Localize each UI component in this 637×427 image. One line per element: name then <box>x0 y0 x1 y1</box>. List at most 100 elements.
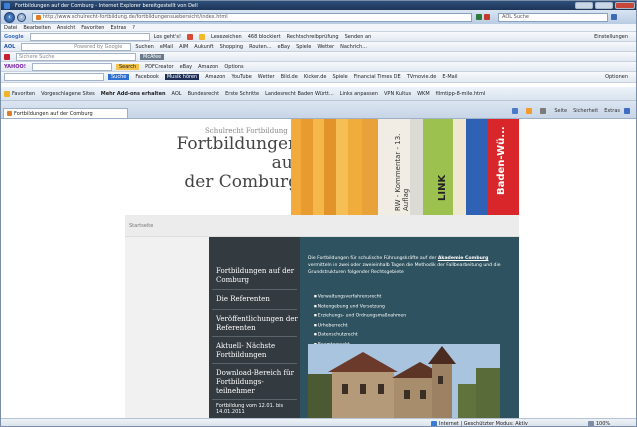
links-search-input[interactable] <box>4 73 104 81</box>
forward-button[interactable]: › <box>17 12 26 22</box>
aol-wetter[interactable]: Wetter <box>317 44 334 50</box>
gmail-icon[interactable] <box>187 33 193 40</box>
links-options[interactable]: Optionen <box>605 74 628 80</box>
yahoo-search-button[interactable]: Search <box>115 63 140 70</box>
stop-icon[interactable] <box>484 14 490 20</box>
menu-extras[interactable]: Extras <box>110 25 126 31</box>
cmd-sicherheit[interactable]: Sicherheit <box>573 108 598 114</box>
fav-addons[interactable]: Mehr Add-ons erhalten <box>101 91 166 97</box>
fav-vpn-kultus[interactable]: VPN Kultus <box>384 91 411 97</box>
menu-favoriten[interactable]: Favoriten <box>81 25 104 31</box>
link-kicker[interactable]: Kicker.de <box>304 74 327 80</box>
cmd-seite[interactable]: Seite <box>554 108 567 114</box>
mcafee-button[interactable]: McAfee <box>140 53 165 60</box>
nav-aktuell[interactable]: Aktuell- Nächste Fortbildungen <box>209 342 300 360</box>
comburg-photo <box>308 344 500 418</box>
aol-auskunft[interactable]: Aukunft <box>194 44 213 50</box>
google-bookmarks[interactable]: Lesezeichen <box>211 34 242 40</box>
help-icon[interactable] <box>624 108 630 114</box>
favorites-button[interactable]: Favoriten <box>12 91 35 97</box>
aol-nachrichten[interactable]: Nachrich... <box>340 44 367 50</box>
fav-aol[interactable]: AOL <box>172 91 182 97</box>
feeds-icon[interactable] <box>526 108 533 114</box>
menu-bearbeiten[interactable]: Bearbeiten <box>23 25 50 31</box>
menu-ansicht[interactable]: Ansicht <box>57 25 75 31</box>
aol-routen[interactable]: Routen... <box>249 44 271 50</box>
castle-illustration <box>308 344 500 418</box>
google-send-to[interactable]: Senden an <box>345 34 372 40</box>
topic-item: Urheberrecht <box>314 321 406 331</box>
mcafee-search-placeholder: Sichere Suche <box>19 53 55 60</box>
mcafee-search-input[interactable]: Sichere Suche <box>16 52 136 61</box>
link-tvmovie[interactable]: TVmovie.de <box>407 74 437 80</box>
google-apps-icon[interactable] <box>199 33 205 40</box>
aol-spiele[interactable]: Spiele <box>296 44 311 50</box>
content-panel: Die Fortbildungen für schulische Führung… <box>300 237 519 418</box>
nav-fortbildung-date[interactable]: Fortbildung vom 12.01. bis 14.01.2011 <box>209 403 300 415</box>
tab-active[interactable]: Fortbildungen auf der Comburg <box>3 108 128 118</box>
fav-filmtipp[interactable]: filmtipp-8-mile.html <box>436 91 486 97</box>
nav-referenten[interactable]: Die Referenten <box>209 295 300 304</box>
intro-rest: vermitteln in zwei oder zweieinhalb Tage… <box>308 263 501 275</box>
aol-aim[interactable]: AIM <box>179 44 188 50</box>
menu-help[interactable]: ? <box>132 25 135 31</box>
google-go-button[interactable]: Los geht's! <box>154 34 181 40</box>
breadcrumb[interactable]: Startseite <box>129 223 153 229</box>
zoom-level[interactable]: 100% <box>596 421 610 427</box>
fav-wkm[interactable]: WKM <box>417 91 430 97</box>
menu-datei[interactable]: Datei <box>4 25 17 31</box>
link-facebook[interactable]: Facebook <box>135 74 159 80</box>
tab-favicon-icon <box>7 111 12 116</box>
aol-search-input[interactable]: Powered by Google <box>21 42 132 51</box>
search-box[interactable]: AOL Suche <box>498 12 608 22</box>
yahoo-ebay[interactable]: eBay <box>180 64 193 70</box>
fav-erste-schritte[interactable]: Erste Schritte <box>225 91 259 97</box>
fav-bundesrecht[interactable]: Bundesrecht <box>188 91 220 97</box>
link-wetter[interactable]: Wetter <box>258 74 275 80</box>
nav-veroeffentlichungen[interactable]: Veröffentlichungen der Referenten <box>209 315 300 333</box>
address-bar[interactable]: http://www.schulrecht-fortbildung.de/for… <box>32 12 472 22</box>
google-popup-blocked[interactable]: 468 blockiert <box>248 34 281 40</box>
zoom-icon[interactable] <box>587 420 594 426</box>
yahoo-search-input[interactable] <box>31 62 112 71</box>
akademie-link[interactable]: Akademie Comburg <box>438 256 489 261</box>
google-settings[interactable]: Einstellungen <box>594 34 628 40</box>
yahoo-amazon[interactable]: Amazon <box>198 64 218 70</box>
ie-logo-icon <box>4 2 10 9</box>
link-spiele[interactable]: Spiele <box>332 74 347 80</box>
yahoo-toolbar: YAHOO! Search PDFCreator eBay Amazon Opt… <box>1 62 636 72</box>
security-zone[interactable]: Internet | Geschützter Modus: Aktiv <box>439 421 528 427</box>
nav-fortbildungen[interactable]: Fortbildungen auf der Comburg <box>209 267 300 285</box>
yahoo-pdfcreator[interactable]: PDFCreator <box>145 64 173 70</box>
refresh-icon[interactable] <box>476 14 482 20</box>
aol-ebay[interactable]: eBay <box>278 44 291 50</box>
close-button[interactable] <box>615 2 635 9</box>
nav-download[interactable]: Download-Bereich für Fortbildungs-teilne… <box>209 369 300 396</box>
intro-paragraph: Die Fortbildungen für schulische Führung… <box>308 255 513 276</box>
aol-shopping[interactable]: Shopping <box>220 44 243 50</box>
google-spellcheck[interactable]: Rechtschreibprüfung <box>287 34 339 40</box>
yahoo-options[interactable]: Options <box>224 64 243 70</box>
link-bild[interactable]: Bild.de <box>281 74 298 80</box>
aol-search-button[interactable]: Suchen <box>135 44 154 50</box>
links-search-button[interactable]: Suche <box>108 74 130 80</box>
link-youtube[interactable]: YouTube <box>231 74 251 80</box>
fav-landesrecht[interactable]: Landesrecht Baden Württ... <box>265 91 334 97</box>
link-ft[interactable]: Financial Times DE <box>354 74 401 80</box>
fav-suggested-sites[interactable]: Vorgeschlagene Sites <box>41 91 95 97</box>
link-musik[interactable]: Musik hören <box>164 74 200 80</box>
maximize-button[interactable] <box>595 2 613 9</box>
link-email[interactable]: E-Mail <box>442 74 457 80</box>
cmd-extras[interactable]: Extras <box>604 108 620 114</box>
fav-links-anpassen[interactable]: Links anpassen <box>340 91 378 97</box>
home-icon[interactable] <box>512 108 519 114</box>
print-icon[interactable] <box>540 108 547 114</box>
minimize-button[interactable] <box>575 2 593 9</box>
link-amazon[interactable]: Amazon <box>205 74 225 80</box>
search-icon[interactable] <box>611 14 617 20</box>
tab-label: Fortbildungen auf der Comburg <box>14 110 93 117</box>
back-button[interactable]: ‹ <box>4 11 15 23</box>
favorites-star-icon[interactable] <box>4 90 10 97</box>
google-search-input[interactable] <box>29 32 150 41</box>
aol-email[interactable]: eMail <box>160 44 173 50</box>
